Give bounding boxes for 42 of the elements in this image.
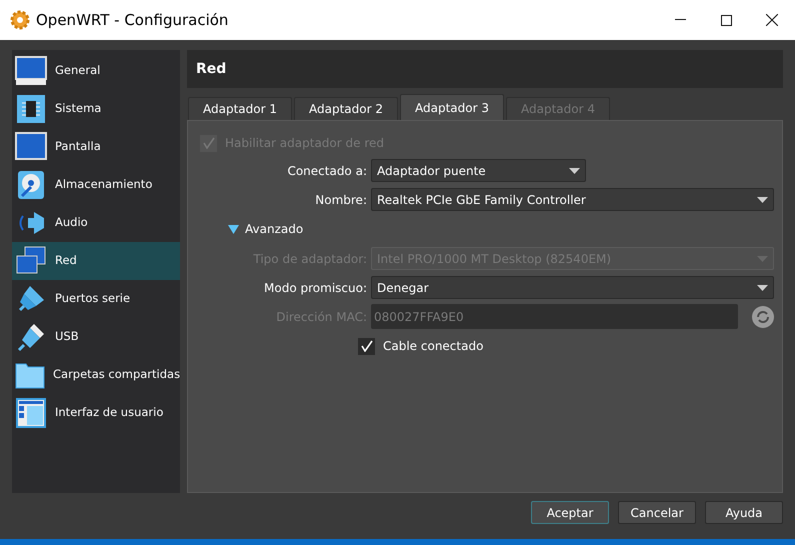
checkbox[interactable] xyxy=(358,338,375,354)
sidebar-item[interactable]: Sistema xyxy=(12,90,180,128)
dropdown-arrow-icon xyxy=(757,284,768,290)
sidebar-item[interactable]: USB xyxy=(12,318,180,356)
checkbox-label: Cable conectado xyxy=(383,338,484,355)
folder-icon xyxy=(15,361,45,389)
sidebar-item[interactable]: Pantalla xyxy=(12,128,180,166)
dialog-button[interactable]: Aceptar xyxy=(531,501,609,524)
monitor-icon xyxy=(15,56,47,86)
dialog-button[interactable]: Cancelar xyxy=(618,501,696,524)
chip-icon xyxy=(16,94,46,124)
network-icon xyxy=(15,246,47,276)
refresh-icon[interactable] xyxy=(752,306,774,328)
sidebar-item[interactable]: Red xyxy=(12,242,180,280)
sidebar-item[interactable]: Puertos serie xyxy=(12,280,180,318)
dropdown-arrow-icon xyxy=(569,168,580,174)
sidebar-item[interactable]: Carpetas compartidas xyxy=(12,356,180,394)
field-label: Conectado a: xyxy=(286,162,367,180)
dropdown[interactable]: Denegar xyxy=(371,276,774,299)
dialog-button[interactable]: Ayuda xyxy=(705,501,783,524)
dropdown[interactable]: Adaptador puente xyxy=(371,159,586,182)
advanced-toggle[interactable]: Avanzado xyxy=(200,217,774,241)
dropdown-arrow-icon xyxy=(757,256,768,262)
window-layout-icon xyxy=(16,398,46,428)
sidebar-item[interactable]: Almacenamiento xyxy=(12,166,180,204)
window-title: OpenWRT - Configuración xyxy=(36,10,228,31)
field-label: Nombre: xyxy=(314,192,367,208)
tab[interactable]: Adaptador 3 xyxy=(400,94,504,120)
sidebar-item[interactable]: Interfaz de usuario xyxy=(12,394,180,432)
sidebar-item[interactable]: Audio xyxy=(12,204,180,242)
serial-plug-icon xyxy=(16,284,46,314)
monitor-icon xyxy=(15,132,47,162)
triangle-icon xyxy=(228,224,239,234)
dropdown-arrow-icon xyxy=(757,196,768,202)
field-label: Modo promiscuo: xyxy=(263,280,367,296)
sidebar-item[interactable]: General xyxy=(12,52,180,90)
tab[interactable]: Adaptador 1 xyxy=(188,97,292,120)
tab[interactable]: Adaptador 2 xyxy=(294,97,398,120)
dropdown[interactable]: Realtek PCIe GbE Family Controller xyxy=(371,188,774,211)
gear-icon xyxy=(10,10,30,30)
section-header: Red xyxy=(187,50,783,88)
usb-plug-icon xyxy=(16,322,46,352)
